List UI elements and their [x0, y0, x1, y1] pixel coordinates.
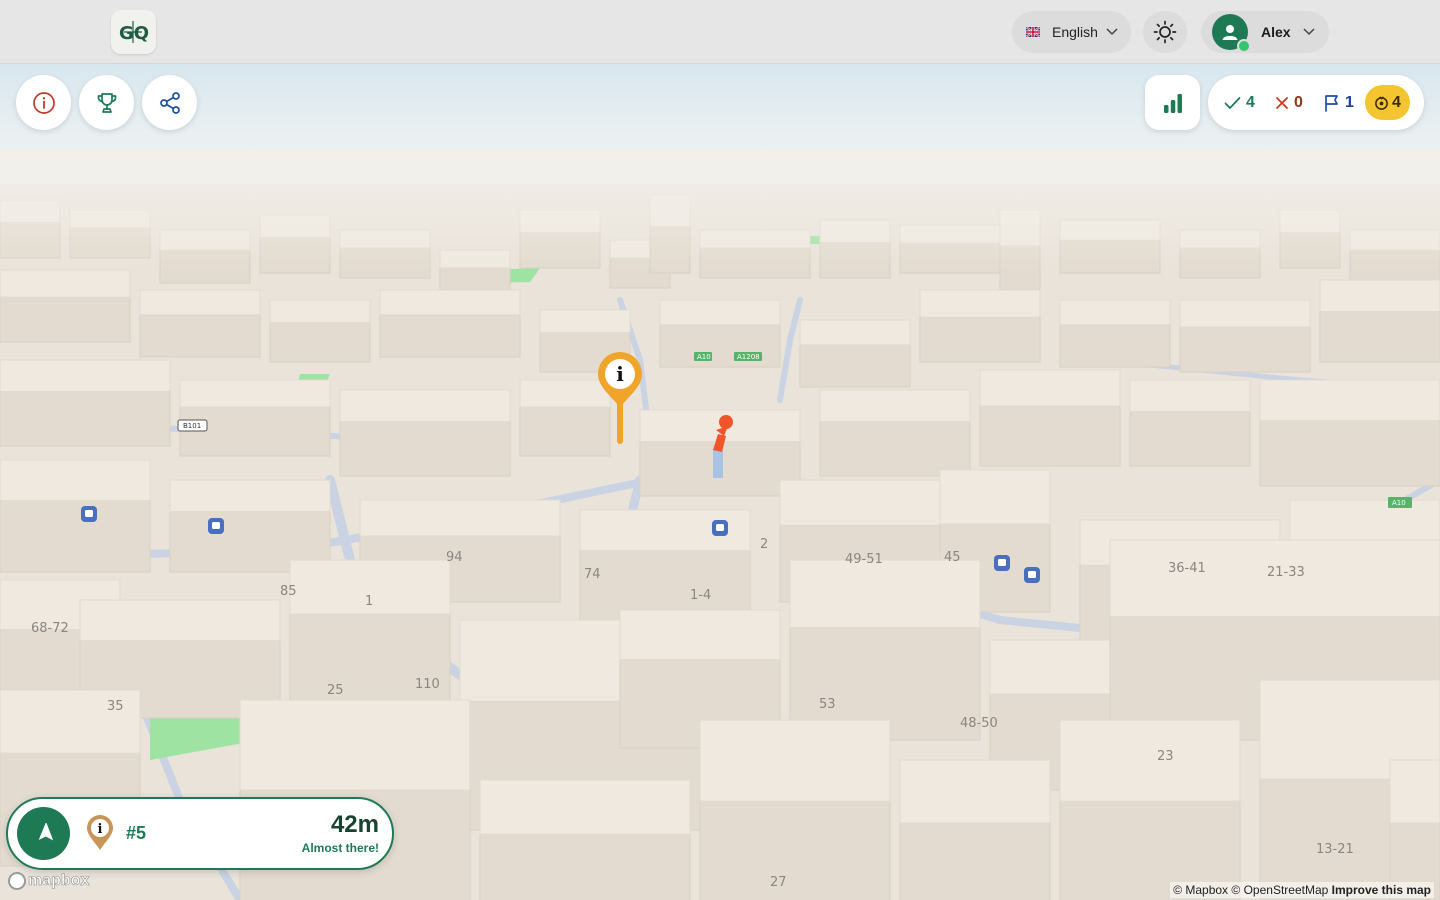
sun-icon [1153, 20, 1177, 44]
user-icon [1222, 25, 1238, 40]
share-button[interactable] [142, 75, 197, 130]
info-button[interactable] [16, 75, 71, 130]
house-number-label: 85 [280, 584, 297, 599]
map-view[interactable]: A10 A1208 B101 A10 94 74 2 49-51 45 36-41 21-3… [0, 0, 1440, 900]
hint-count[interactable]: 4 [1365, 85, 1410, 120]
house-number-label: 21-33 [1267, 565, 1305, 580]
road-label: A1208 [737, 353, 760, 361]
wrong-count: 0 [1275, 94, 1303, 112]
language-label: English [1052, 24, 1098, 40]
distance-status: Almost there! [301, 841, 379, 855]
online-status-dot [1237, 39, 1251, 53]
road-label: A10 [697, 353, 711, 361]
house-number-label: 68-72 [31, 621, 69, 636]
map-attribution: © Mapbox © OpenStreetMap Improve this ma… [1170, 882, 1434, 898]
bar-chart-icon [1163, 93, 1182, 113]
mapbox-logo[interactable]: mapbox [8, 872, 90, 890]
house-number-label: 36-41 [1168, 561, 1206, 576]
correct-count-value: 4 [1246, 93, 1255, 111]
house-number-label: 94 [446, 550, 463, 565]
uk-flag-icon [1026, 27, 1040, 37]
wrong-count-value: 0 [1294, 93, 1303, 111]
svg-text:GQ: GQ [119, 23, 149, 44]
trophy-icon [97, 92, 116, 113]
hint-icon [1375, 96, 1388, 110]
svg-text:i: i [616, 362, 624, 386]
chevron-down-icon [1303, 28, 1315, 36]
house-number-label: 27 [770, 875, 787, 890]
house-number-label: 23 [1157, 749, 1174, 764]
svg-text:i: i [98, 822, 103, 837]
share-icon [159, 91, 180, 114]
flag-count-value: 1 [1345, 93, 1354, 111]
bus-icon [85, 510, 93, 517]
house-number-label: 13-21 [1316, 842, 1354, 857]
map-canvas: A10 A1208 B101 A10 94 74 2 49-51 45 36-41 21-3… [0, 0, 1440, 900]
road-label: A10 [1392, 499, 1406, 507]
logo-icon: GQ [119, 21, 149, 44]
target-number: #5 [126, 823, 147, 843]
top-bar: GQ English Alex [0, 0, 1440, 64]
attribution-osm-link[interactable]: © OpenStreetMap [1231, 883, 1328, 897]
bus-icon [716, 524, 724, 531]
info-icon [32, 91, 55, 114]
app-logo[interactable]: GQ [111, 10, 156, 54]
score-panel: 4 0 1 4 [1208, 75, 1424, 130]
stats-button[interactable] [1145, 75, 1200, 130]
house-number-label: 35 [107, 699, 124, 714]
mapbox-logo-text: mapbox [28, 872, 90, 890]
theme-toggle-button[interactable] [1143, 11, 1187, 53]
road-label: B101 [183, 422, 201, 430]
house-number-label: 1 [365, 594, 373, 609]
chevron-down-icon [1106, 28, 1118, 36]
navigation-card[interactable]: i #5 42m Almost there! [6, 797, 394, 870]
info-pin-icon: i [87, 815, 113, 850]
attribution-mapbox-link[interactable]: © Mapbox [1173, 883, 1228, 897]
house-number-label: 53 [819, 697, 836, 712]
cross-icon [1276, 96, 1288, 109]
house-number-label: 74 [584, 567, 601, 582]
leaderboard-button[interactable] [79, 75, 134, 130]
house-number-label: 1-4 [690, 588, 711, 603]
flag-count: 1 [1324, 94, 1354, 112]
bus-icon [998, 559, 1006, 566]
language-selector[interactable]: English [1012, 11, 1131, 53]
house-number-label: 48-50 [960, 716, 998, 731]
avatar [1212, 14, 1251, 53]
house-number-label: 45 [944, 550, 961, 565]
navigation-arrow-icon [38, 822, 53, 840]
mapbox-logo-icon [8, 872, 26, 890]
hint-count-value: 4 [1392, 93, 1401, 111]
house-number-label: 2 [760, 537, 768, 552]
correct-count: 4 [1224, 94, 1255, 112]
user-menu[interactable]: Alex [1201, 11, 1329, 53]
bus-icon [1028, 571, 1036, 578]
house-number-label: 25 [327, 683, 344, 698]
user-name: Alex [1261, 24, 1291, 40]
improve-map-link[interactable]: Improve this map [1332, 883, 1431, 897]
flag-icon [1325, 94, 1338, 112]
distance-value: 42m [330, 811, 379, 838]
house-number-label: 110 [415, 677, 440, 692]
check-icon [1224, 96, 1241, 109]
house-number-label: 49-51 [845, 552, 883, 567]
bus-icon [212, 522, 220, 529]
navigate-button[interactable] [17, 807, 70, 860]
